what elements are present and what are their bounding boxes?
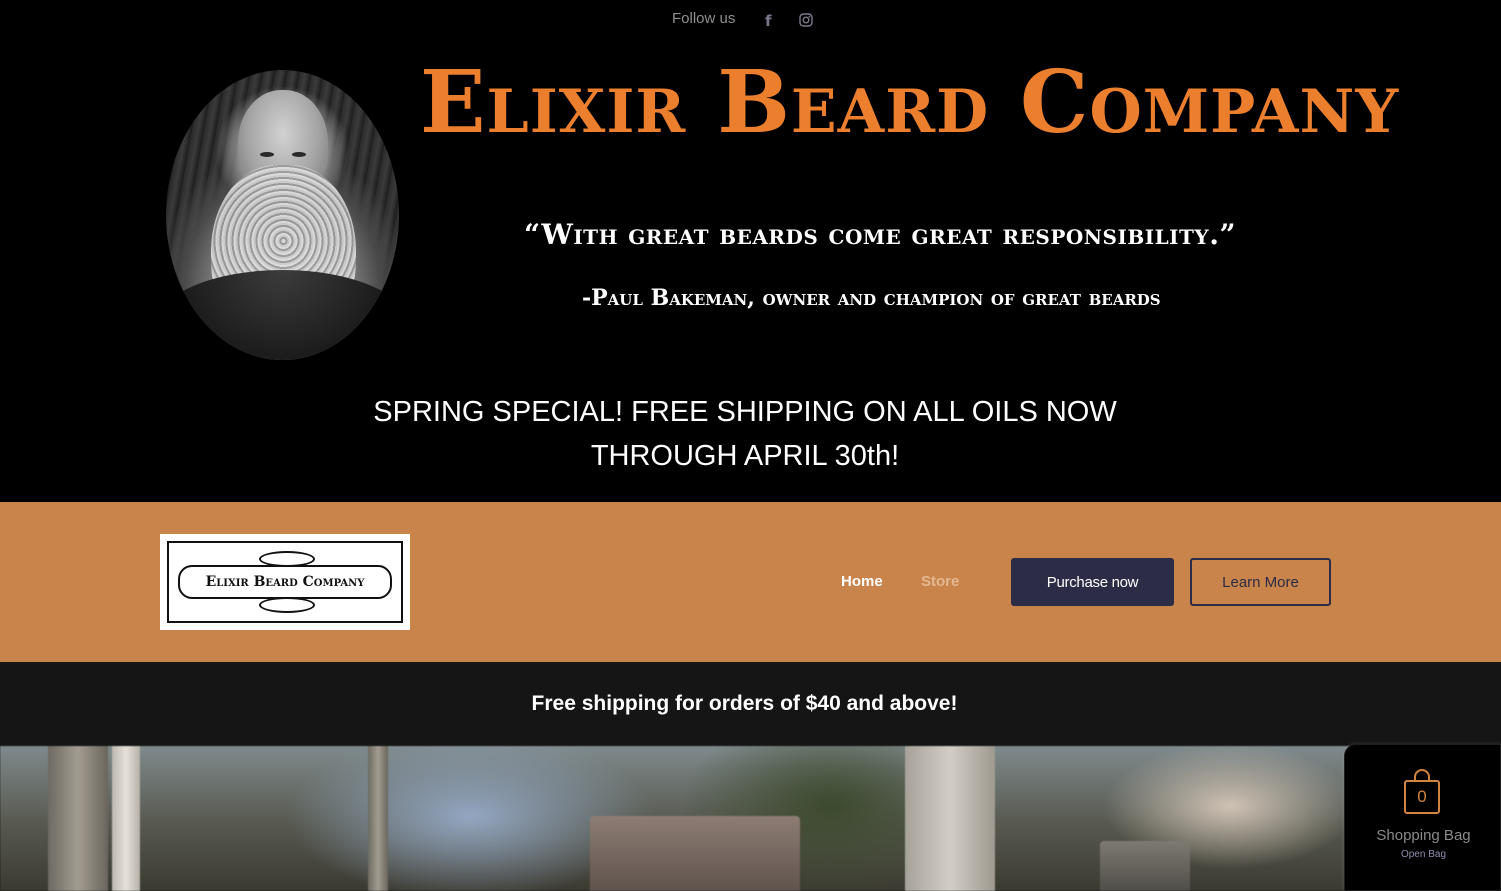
nav-home-link[interactable]: Home <box>841 573 883 590</box>
free-shipping-strip: Free shipping for orders of $40 and abov… <box>0 662 1501 746</box>
main-navbar: Elixir Beard Company Home Store Purchase… <box>0 502 1501 662</box>
hero-header: Follow us f Elixir Beard Company “With g… <box>0 0 1501 502</box>
logo-text: Elixir Beard Company <box>178 565 392 599</box>
facebook-icon[interactable]: f <box>765 12 772 30</box>
portrait-coat <box>166 270 399 360</box>
spring-special-banner: SPRING SPECIAL! FREE SHIPPING ON ALL OIL… <box>0 390 1490 478</box>
bearded-man-portrait <box>166 70 399 360</box>
brand-title: Elixir Beard Company <box>420 52 1400 153</box>
site-logo[interactable]: Elixir Beard Company <box>160 534 410 630</box>
brand-quote: “With great beards come great responsibi… <box>524 218 1237 251</box>
logo-frame: Elixir Beard Company <box>167 541 403 623</box>
nav-store-link[interactable]: Store <box>921 573 959 590</box>
follow-us-label: Follow us <box>672 10 736 27</box>
shopping-bag-widget[interactable]: 0 Shopping Bag Open Bag <box>1344 744 1501 891</box>
special-line-2: THROUGH APRIL 30th! <box>590 440 900 472</box>
instagram-icon[interactable] <box>798 12 814 28</box>
open-bag-link[interactable]: Open Bag <box>1345 849 1501 860</box>
learn-more-button[interactable]: Learn More <box>1190 558 1331 606</box>
cemetery-background-image <box>0 746 1501 891</box>
purchase-now-button[interactable]: Purchase now <box>1011 558 1174 606</box>
cart-count: 0 <box>1417 787 1427 806</box>
quote-attribution: -Paul Bakeman, owner and champion of gre… <box>582 285 1161 311</box>
shopping-bag-label: Shopping Bag <box>1376 827 1471 844</box>
free-shipping-text: Free shipping for orders of $40 and abov… <box>531 692 958 715</box>
follow-us-bar: Follow us f <box>672 10 813 30</box>
special-line-1: SPRING SPECIAL! FREE SHIPPING ON ALL OIL… <box>373 396 1117 428</box>
